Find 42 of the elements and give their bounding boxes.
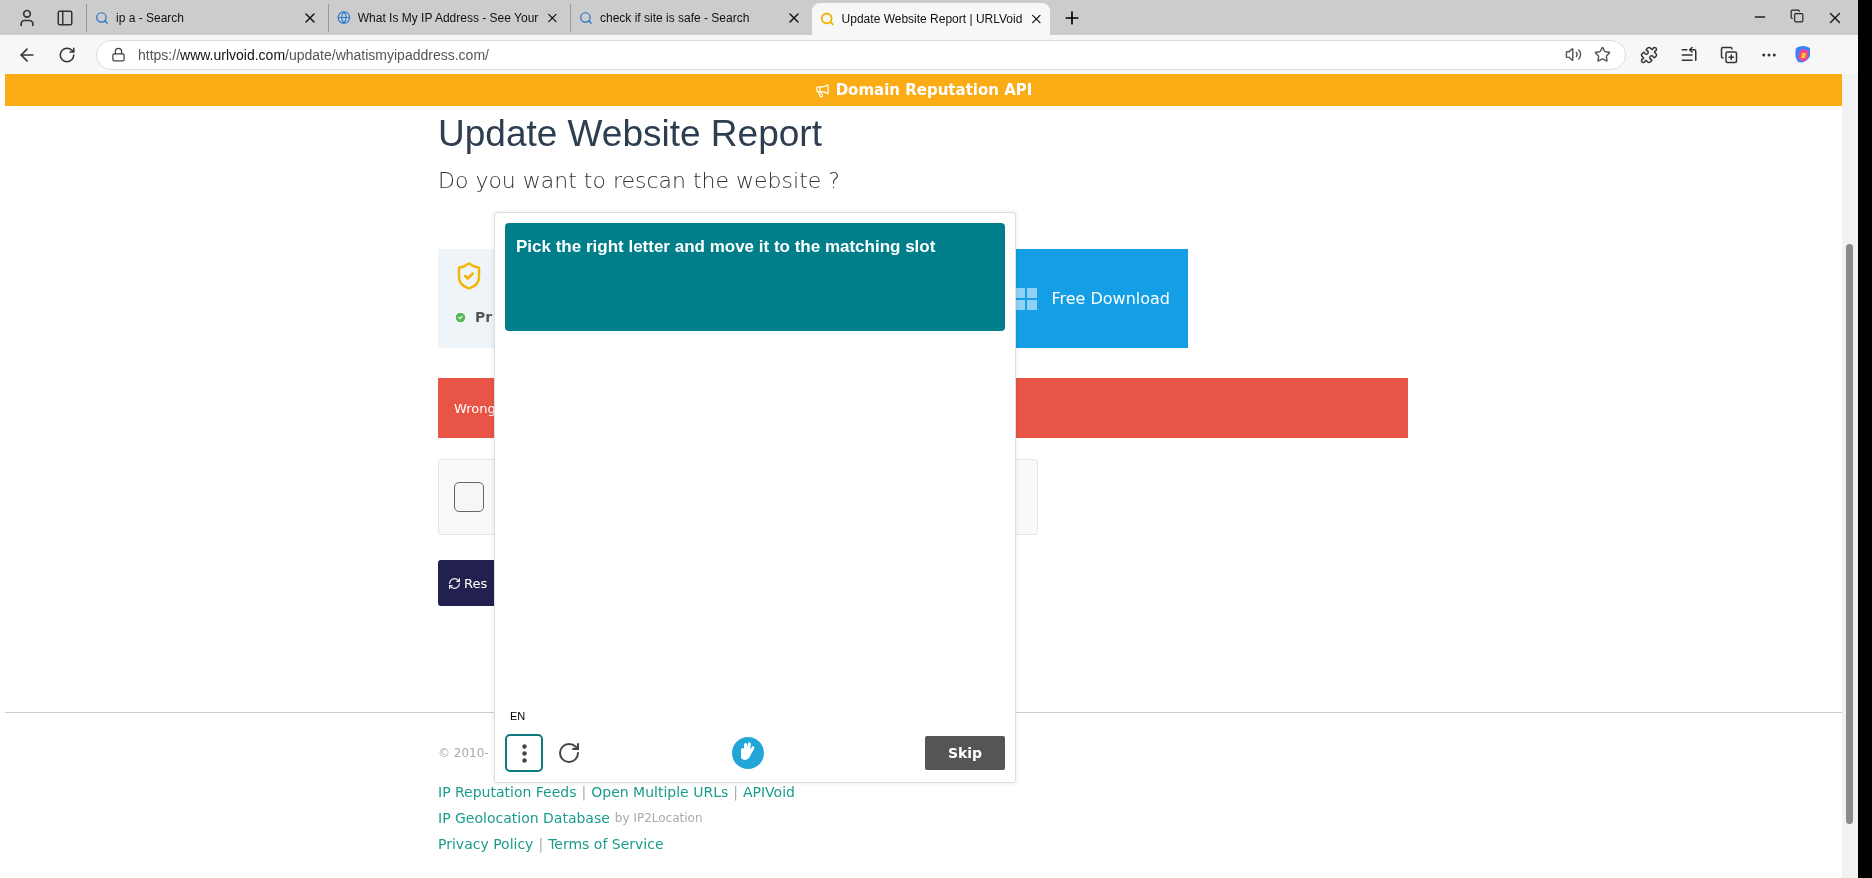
separator: | bbox=[581, 784, 587, 800]
page-subtitle: Do you want to rescan the website ? bbox=[438, 168, 841, 193]
footer-link[interactable]: Privacy Policy bbox=[438, 836, 534, 852]
vertical-dots-icon bbox=[521, 743, 527, 763]
copyright-text: © 2010- bbox=[438, 746, 489, 760]
footer-link[interactable]: IP Reputation Feeds bbox=[438, 784, 577, 800]
browser-tab[interactable]: Update Website Report | URLVoid bbox=[812, 3, 1050, 35]
page-title: Update Website Report bbox=[438, 112, 823, 156]
info-text: Pr bbox=[475, 309, 493, 325]
separator: | bbox=[733, 784, 738, 800]
scrollbar[interactable] bbox=[1842, 74, 1858, 878]
skip-button[interactable]: Skip bbox=[925, 736, 1005, 770]
search-icon bbox=[820, 11, 835, 27]
hand-logo-icon bbox=[731, 736, 765, 770]
browser-tab[interactable]: ip a - Search bbox=[86, 3, 324, 32]
footer-link[interactable]: Terms of Service bbox=[548, 836, 664, 852]
footer-link[interactable]: IP Geolocation Database bbox=[438, 810, 610, 826]
read-aloud-icon[interactable] bbox=[1565, 46, 1582, 63]
footer-link[interactable]: APIVoid bbox=[742, 784, 795, 800]
windows-icon bbox=[1015, 287, 1038, 310]
restore-icon[interactable] bbox=[1790, 8, 1804, 23]
language-label[interactable]: EN bbox=[510, 710, 1005, 722]
check-circle-icon bbox=[454, 310, 467, 324]
search-icon bbox=[579, 10, 593, 25]
browser-tab[interactable]: What Is My IP Address - See Your bbox=[328, 3, 566, 32]
prompt-text: Pick the right letter and move it to the matching slot bbox=[516, 237, 936, 256]
footer-link[interactable]: Open Multiple URLs bbox=[591, 784, 729, 800]
search-icon bbox=[95, 10, 109, 25]
announcement-banner[interactable]: Domain Reputation API bbox=[5, 74, 1842, 106]
megaphone-icon bbox=[814, 82, 830, 98]
globe-icon bbox=[337, 10, 351, 25]
separator: | bbox=[538, 836, 544, 852]
lock-icon[interactable] bbox=[111, 47, 126, 62]
attribution-text: by IP2Location bbox=[614, 811, 703, 825]
download-button[interactable]: Free Download bbox=[1015, 249, 1188, 348]
refresh-icon[interactable] bbox=[557, 741, 581, 765]
star-icon[interactable] bbox=[1594, 46, 1611, 63]
menu-button[interactable] bbox=[505, 734, 543, 772]
browser-tab[interactable]: check if site is safe - Search bbox=[570, 3, 808, 32]
captcha-checkbox[interactable] bbox=[454, 482, 484, 512]
address-bar[interactable]: https://www.urlvoid.com/update/whatismyipaddress.com/ bbox=[96, 39, 1626, 70]
refresh-icon bbox=[448, 576, 461, 590]
